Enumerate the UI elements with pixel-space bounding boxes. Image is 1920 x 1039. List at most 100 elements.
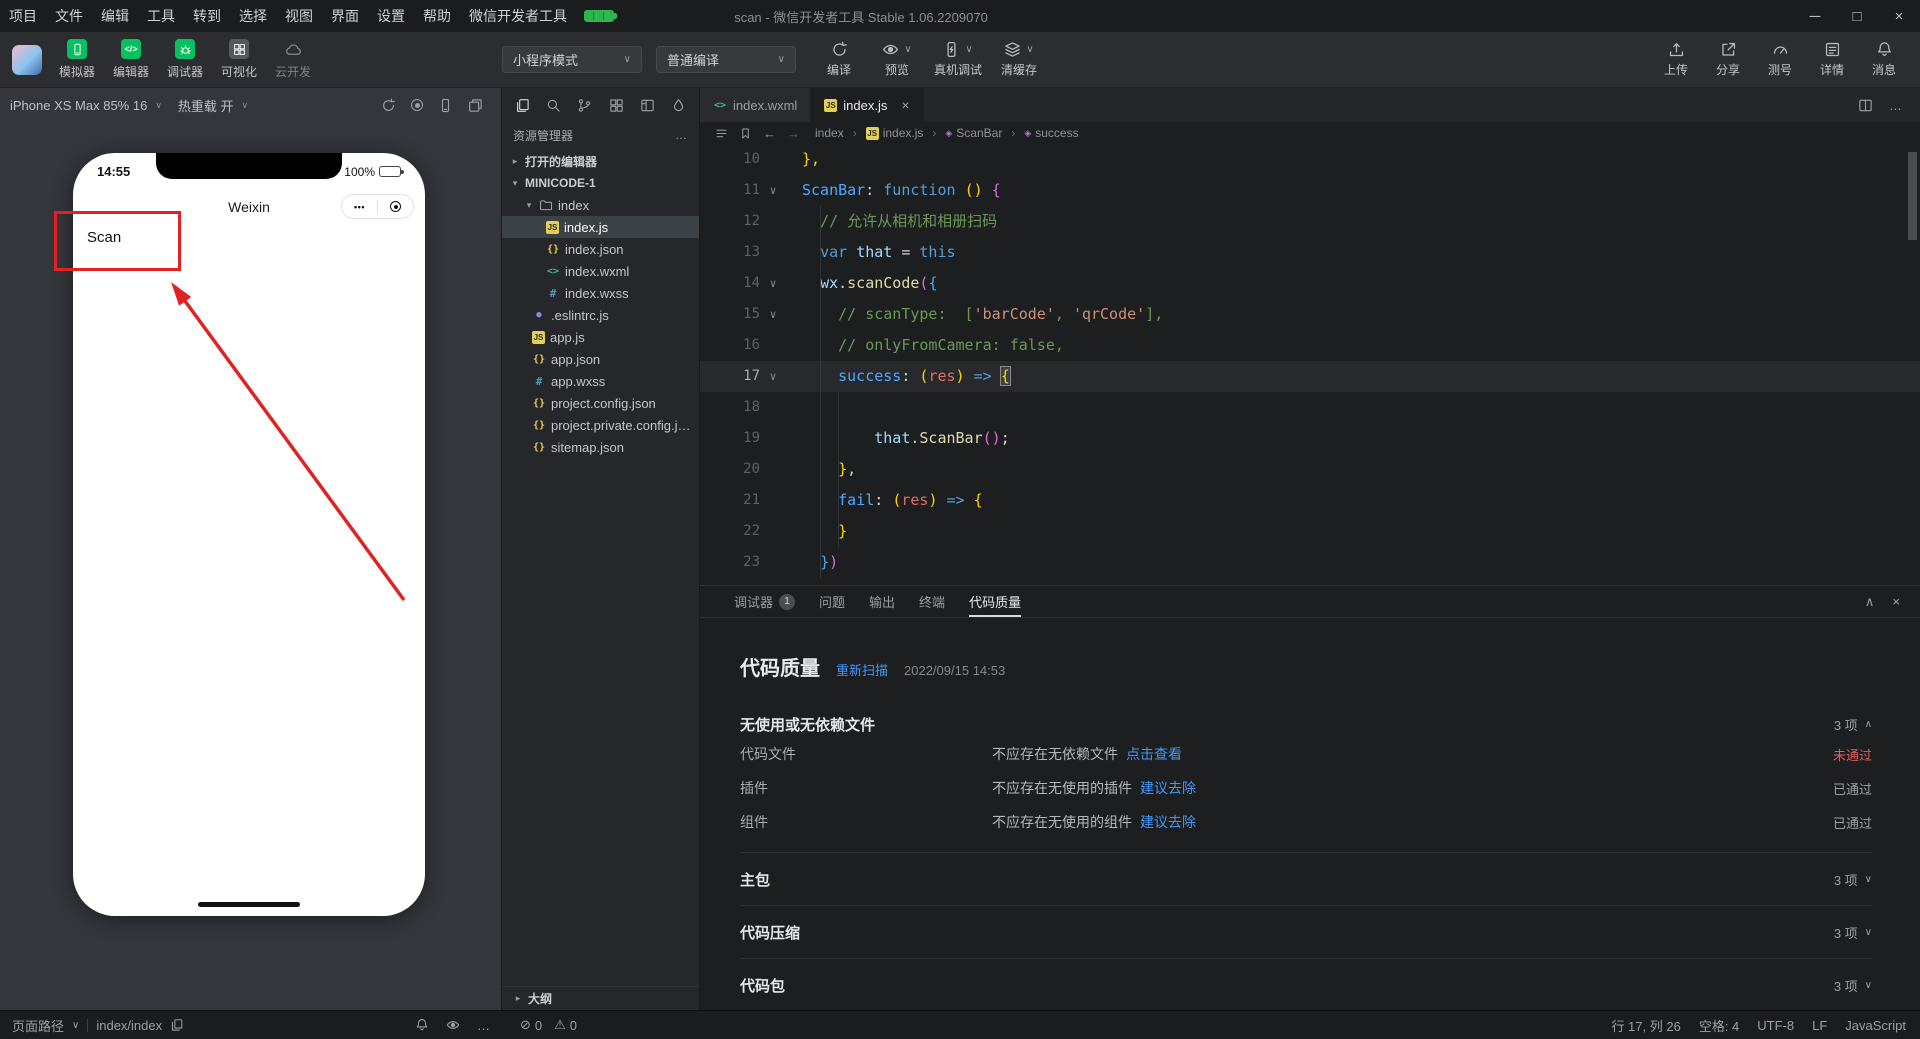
- code-line[interactable]: 13 var that = this: [700, 237, 1920, 268]
- action-share[interactable]: 分享: [1706, 41, 1750, 78]
- search-icon[interactable]: [546, 98, 561, 113]
- indent-setting[interactable]: 空格: 4: [1699, 1016, 1739, 1035]
- code-line[interactable]: 18: [700, 392, 1920, 423]
- rescan-link[interactable]: 重新扫描: [836, 660, 888, 679]
- fold-icon[interactable]: ∨: [760, 175, 786, 206]
- code-line[interactable]: 21 fail: (res) => {: [700, 485, 1920, 516]
- breadcrumb-item-index[interactable]: index: [815, 126, 844, 140]
- quality-section-count[interactable]: 3 项 ∨: [1834, 870, 1872, 889]
- action-upload[interactable]: 上传: [1654, 41, 1698, 78]
- collapse-panel-icon[interactable]: ∧: [1865, 594, 1875, 610]
- quality-section-header[interactable]: 无使用或无依赖文件 3 项 ∧: [740, 711, 1872, 737]
- menu-item[interactable]: 选择: [230, 0, 276, 32]
- eye-icon[interactable]: [446, 1018, 460, 1032]
- problem-counters[interactable]: ⊘ 0 ⚠ 0: [520, 1011, 585, 1039]
- quality-row-link[interactable]: 建议去除: [1140, 780, 1196, 796]
- more-dots-icon[interactable]: •••: [342, 202, 377, 212]
- toolbar-toggle-blocks[interactable]: 可视化: [214, 39, 264, 80]
- encoding[interactable]: UTF-8: [1757, 1018, 1794, 1033]
- menu-item[interactable]: 工具: [138, 0, 184, 32]
- tree-item-sitemap.json[interactable]: {} sitemap.json: [502, 436, 699, 458]
- page-path-label[interactable]: 页面路径: [12, 1016, 64, 1035]
- layout-icon[interactable]: [640, 98, 655, 113]
- panel-tab-item[interactable]: 终端: [919, 586, 945, 617]
- blocks-icon[interactable]: [609, 98, 624, 113]
- split-editor-icon[interactable]: [1858, 98, 1873, 113]
- action-details[interactable]: 详情: [1810, 41, 1854, 78]
- capsule-menu[interactable]: •••: [341, 194, 414, 219]
- quality-section-header[interactable]: 代码包 3 项 ∨: [740, 972, 1872, 998]
- multi-window-icon[interactable]: [468, 98, 483, 113]
- bell-icon[interactable]: [415, 1018, 429, 1032]
- record-icon[interactable]: [411, 99, 423, 111]
- toolbar-toggle-code[interactable]: </> 编辑器: [106, 39, 156, 80]
- back-icon[interactable]: ←: [763, 126, 776, 141]
- panel-tab-item[interactable]: 代码质量: [969, 586, 1022, 617]
- fold-icon[interactable]: ∨: [760, 268, 786, 299]
- menu-item[interactable]: 文件: [46, 0, 92, 32]
- tree-item-project.private.config.json[interactable]: {} project.private.config.json: [502, 414, 699, 436]
- more-icon[interactable]: …: [675, 128, 688, 142]
- files-icon[interactable]: [515, 98, 530, 113]
- tree-item-app.json[interactable]: {} app.json: [502, 348, 699, 370]
- code-line[interactable]: 12 // 允许从相机和相册扫码: [700, 206, 1920, 237]
- menu-item[interactable]: 帮助: [414, 0, 460, 32]
- user-avatar[interactable]: [12, 44, 42, 75]
- code-line[interactable]: 16 // onlyFromCamera: false,: [700, 330, 1920, 361]
- code-line[interactable]: 22 }: [700, 516, 1920, 547]
- tree-item-index.wxml[interactable]: <> index.wxml: [502, 260, 699, 282]
- menu-item[interactable]: 微信开发者工具: [460, 0, 576, 32]
- tree-item-app.wxss[interactable]: # app.wxss: [502, 370, 699, 392]
- tree-item-index.wxss[interactable]: # index.wxss: [502, 282, 699, 304]
- language-mode[interactable]: JavaScript: [1845, 1018, 1906, 1033]
- action-layers[interactable]: ∨ 清缓存: [998, 41, 1040, 78]
- action-devdebug[interactable]: ∨ 真机调试: [934, 41, 982, 78]
- code-line[interactable]: 17 ∨ success: (res) => {: [700, 361, 1920, 392]
- tree-item-.eslintrc.js[interactable]: ● .eslintrc.js: [502, 304, 699, 326]
- quality-row-link[interactable]: 点击查看: [1126, 746, 1182, 762]
- outline-section[interactable]: ▸ 大纲: [502, 986, 699, 1010]
- breadcrumb-item-index.js[interactable]: JS index.js: [865, 126, 923, 140]
- capsule-target-icon[interactable]: [390, 201, 401, 212]
- page-path-value[interactable]: index/index: [96, 1018, 162, 1033]
- compile-select[interactable]: 普通编译 ∨: [656, 46, 796, 73]
- toolbar-toggle-phone[interactable]: 模拟器: [52, 39, 102, 80]
- code-line[interactable]: 23 }): [700, 547, 1920, 578]
- device-icon[interactable]: [438, 98, 453, 113]
- tree-item-index[interactable]: ▾ index: [502, 194, 699, 216]
- action-gauge[interactable]: 测号: [1758, 41, 1802, 78]
- action-eye[interactable]: ∨ 预览: [876, 41, 918, 78]
- tree-item-project.config.json[interactable]: {} project.config.json: [502, 392, 699, 414]
- quality-section-header[interactable]: 代码压缩 3 项 ∨: [740, 919, 1872, 945]
- menu-item[interactable]: 设置: [368, 0, 414, 32]
- git-branch-icon[interactable]: [577, 98, 592, 113]
- action-refresh[interactable]: 编译: [818, 41, 860, 78]
- tree-item-index.js[interactable]: JS index.js: [502, 216, 699, 238]
- close-button[interactable]: ×: [1878, 0, 1920, 32]
- more-icon[interactable]: …: [477, 1018, 490, 1033]
- quality-section-count[interactable]: 3 项 ∨: [1834, 923, 1872, 942]
- tab-index.wxml[interactable]: <> index.wxml: [700, 88, 812, 122]
- more-icon[interactable]: …: [1889, 98, 1902, 113]
- device-select[interactable]: iPhone XS Max 85% 16: [10, 98, 147, 113]
- menu-item[interactable]: 界面: [322, 0, 368, 32]
- mode-select[interactable]: 小程序模式 ∨: [502, 46, 642, 73]
- panel-tab-item[interactable]: 输出: [869, 586, 895, 617]
- quality-section-count[interactable]: 3 项 ∨: [1834, 976, 1872, 995]
- code-editor[interactable]: 10}, 11 ∨ ScanBar: function () {12 // 允许从相机…: [700, 144, 1920, 585]
- drop-icon[interactable]: [671, 98, 686, 113]
- action-bell[interactable]: 消息: [1862, 41, 1906, 78]
- panel-tab-item[interactable]: 问题: [819, 586, 845, 617]
- toolbar-toggle-bug[interactable]: 调试器: [160, 39, 210, 80]
- cursor-position[interactable]: 行 17, 列 26: [1611, 1016, 1680, 1035]
- minimize-button[interactable]: ─: [1794, 0, 1836, 32]
- close-panel-icon[interactable]: ×: [1892, 594, 1900, 609]
- tree-item-app.js[interactable]: JS app.js: [502, 326, 699, 348]
- refresh-icon[interactable]: [381, 98, 396, 113]
- tree-item-item[interactable]: ▸ 打开的编辑器: [502, 150, 699, 172]
- copy-icon[interactable]: [170, 1018, 184, 1032]
- code-line[interactable]: 14 ∨ wx.scanCode({: [700, 268, 1920, 299]
- menu-item[interactable]: 编辑: [92, 0, 138, 32]
- code-line[interactable]: 15 ∨ // scanType: ['barCode', 'qrCode'],: [700, 299, 1920, 330]
- breadcrumb-item-success[interactable]: ◈ success: [1024, 126, 1078, 140]
